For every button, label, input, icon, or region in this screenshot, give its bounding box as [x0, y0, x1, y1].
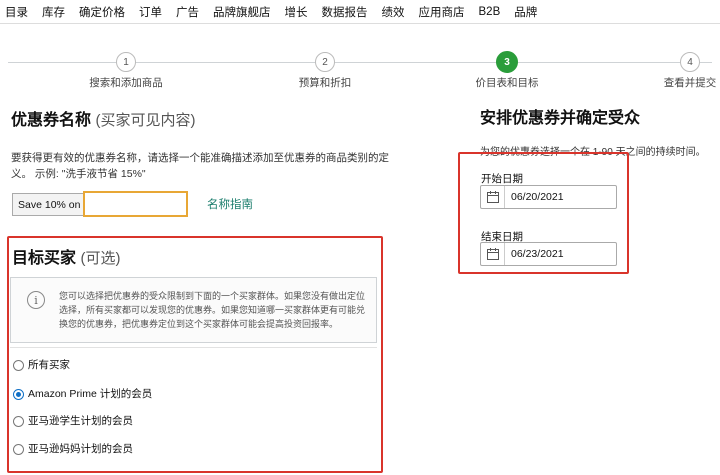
step-1-circle: 1	[116, 52, 136, 72]
nav-item-reports[interactable]: 数据报告	[322, 4, 368, 20]
schedule-title: 安排优惠券并确定受众	[480, 110, 641, 127]
nav-item-pricing[interactable]: 确定价格	[79, 4, 125, 20]
nav-item-performance[interactable]: 绩效	[382, 4, 405, 20]
nav-item-stores[interactable]: 品牌旗舰店	[213, 4, 271, 20]
coupon-name-title: 优惠券名称 (买家可见内容)	[11, 106, 195, 130]
end-date-value: 06/23/2021	[511, 248, 564, 260]
radio-label: Amazon Prime 计划的会员	[28, 388, 153, 400]
nav-item-inventory[interactable]: 库存	[42, 4, 65, 20]
radio-label: 所有买家	[28, 359, 70, 371]
radio-button[interactable]	[13, 444, 24, 455]
radio-button[interactable]	[13, 416, 24, 427]
top-nav: 目录 库存 确定价格 订单 广告 品牌旗舰店 增长 数据报告 绩效 应用商店 B…	[0, 0, 720, 24]
progress-stepper: 1 搜索和添加商品 2 预算和折扣 3 价目表和目标 4 查看并提交	[0, 46, 720, 96]
stepper-track	[8, 62, 712, 63]
target-info-box: i 您可以选择把优惠券的受众限制到下面的一个买家群体。如果您没有做出定位选择，所…	[10, 277, 377, 343]
target-buyers-title-text: 目标买家	[12, 250, 77, 267]
target-buyers-highlight	[7, 236, 383, 473]
start-date-field[interactable]: 06/20/2021	[480, 185, 617, 209]
radio-button[interactable]	[13, 360, 24, 371]
step-2-label: 预算和折扣	[298, 77, 352, 89]
target-info-text: 您可以选择把优惠券的受众限制到下面的一个买家群体。如果您没有做出定位选择，所有买…	[59, 291, 366, 329]
nav-item-advertising[interactable]: 广告	[176, 4, 199, 20]
radio-prime-members[interactable]: Amazon Prime 计划的会员	[13, 388, 158, 401]
nav-item-appstore[interactable]: 应用商店	[419, 4, 465, 20]
info-icon: i	[27, 291, 45, 309]
name-guide-link[interactable]: 名称指南	[207, 196, 253, 212]
nav-item-brands[interactable]: 品牌	[514, 4, 537, 20]
step-4-label: 查看并提交	[663, 77, 717, 89]
nav-item-growth[interactable]: 增长	[285, 4, 308, 20]
nav-item-b2b[interactable]: B2B	[479, 6, 501, 18]
target-buyers-title: 目标买家 (可选)	[12, 244, 120, 268]
step-1-label: 搜索和添加商品	[89, 77, 163, 89]
nav-item-orders[interactable]: 订单	[139, 4, 162, 20]
step-3-label: 价目表和目标	[475, 77, 539, 89]
coupon-name-input[interactable]	[83, 191, 188, 217]
step-3-circle: 3	[496, 51, 518, 73]
radio-label: 亚马逊妈妈计划的会员	[28, 443, 133, 455]
step-2-circle: 2	[315, 52, 335, 72]
calendar-icon[interactable]	[481, 243, 505, 265]
calendar-icon[interactable]	[481, 186, 505, 208]
coupon-prefix: Save 10% on	[12, 193, 84, 216]
coupon-name-title-text: 优惠券名称	[11, 112, 92, 129]
coupon-name-title-note: (买家可见内容)	[95, 112, 196, 129]
radio-label: 亚马逊学生计划的会员	[28, 415, 133, 427]
radio-mom-members[interactable]: 亚马逊妈妈计划的会员	[13, 443, 136, 456]
step-4-circle: 4	[680, 52, 700, 72]
divider	[10, 347, 377, 348]
radio-all-buyers[interactable]: 所有买家	[13, 359, 70, 372]
radio-button-checked[interactable]	[13, 389, 24, 400]
target-buyers-title-note: (可选)	[80, 250, 121, 267]
radio-student-members[interactable]: 亚马逊学生计划的会员	[13, 415, 136, 428]
start-date-label: 开始日期	[481, 173, 523, 185]
start-date-value: 06/20/2021	[511, 191, 564, 203]
coupon-name-hint: 要获得更有效的优惠券名称，请选择一个能准确描述添加至优惠券的商品类别的定义。 示…	[11, 152, 389, 180]
nav-item-catalog[interactable]: 目录	[5, 4, 28, 20]
end-date-field[interactable]: 06/23/2021	[480, 242, 617, 266]
